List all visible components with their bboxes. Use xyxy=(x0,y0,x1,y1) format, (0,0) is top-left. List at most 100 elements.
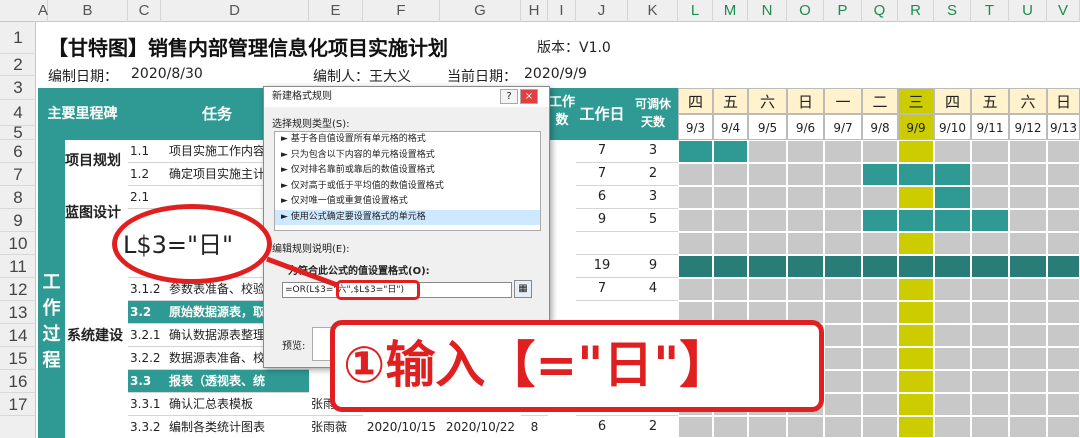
gantt-cell[interactable] xyxy=(1047,232,1080,255)
gantt-cell[interactable] xyxy=(824,140,862,163)
gantt-cell[interactable] xyxy=(824,393,862,416)
gantt-cell[interactable] xyxy=(971,324,1009,347)
gantt-cell[interactable] xyxy=(787,140,824,163)
gantt-cell[interactable] xyxy=(748,255,787,278)
gantt-cell[interactable] xyxy=(971,255,1009,278)
row-header-16[interactable]: 16 xyxy=(0,370,36,393)
day-header[interactable]: 六 xyxy=(748,88,787,114)
gantt-cell[interactable] xyxy=(824,301,862,324)
gantt-cell[interactable] xyxy=(934,163,971,186)
day-header[interactable]: 日 xyxy=(1047,88,1080,114)
gantt-cell[interactable] xyxy=(934,416,971,438)
gantt-cell[interactable] xyxy=(748,232,787,255)
date-header[interactable]: 9/13 xyxy=(1047,114,1080,140)
start-date-cell[interactable]: 2020/10/15 xyxy=(363,416,440,438)
day-header[interactable]: 三 xyxy=(898,88,934,114)
milestone-header[interactable]: 主要里程碑 xyxy=(38,88,127,140)
gantt-cell[interactable] xyxy=(1047,370,1080,393)
gantt-cell[interactable] xyxy=(824,347,862,370)
workday-cell[interactable]: 7 xyxy=(576,163,628,186)
column-header-c[interactable]: C xyxy=(128,0,161,22)
gantt-cell[interactable] xyxy=(934,140,971,163)
gantt-cell[interactable] xyxy=(678,163,713,186)
date-header[interactable]: 9/9 xyxy=(898,114,934,140)
gantt-cell[interactable] xyxy=(1009,186,1047,209)
gantt-cell[interactable] xyxy=(971,163,1009,186)
date-header[interactable]: 9/3 xyxy=(678,114,713,140)
gantt-cell[interactable] xyxy=(971,186,1009,209)
gantt-cell[interactable] xyxy=(824,324,862,347)
edit-date-value[interactable]: 2020/8/30 xyxy=(131,66,203,82)
gantt-cell[interactable] xyxy=(1009,163,1047,186)
gantt-cell[interactable] xyxy=(862,209,898,232)
gantt-cell[interactable] xyxy=(678,416,713,438)
gantt-cell[interactable] xyxy=(1009,416,1047,438)
gantt-cell[interactable] xyxy=(971,301,1009,324)
gantt-cell[interactable] xyxy=(678,209,713,232)
gantt-cell[interactable] xyxy=(934,347,971,370)
task-id-cell[interactable]: 3.3.1 xyxy=(128,393,161,416)
editor-label[interactable]: 编制人：王大义 xyxy=(313,66,411,86)
task-id-cell[interactable]: 2.1 xyxy=(128,186,161,209)
column-header-a[interactable]: A xyxy=(38,0,48,22)
row-header-10[interactable]: 10 xyxy=(0,232,36,255)
gantt-cell[interactable] xyxy=(1009,278,1047,301)
rest-cell[interactable]: 9 xyxy=(628,255,678,278)
gantt-cell[interactable] xyxy=(748,416,787,438)
owner-cell[interactable]: 张雨薇 xyxy=(309,416,363,438)
gantt-cell[interactable] xyxy=(898,140,934,163)
gantt-cell[interactable] xyxy=(934,186,971,209)
gantt-cell[interactable] xyxy=(898,324,934,347)
range-select-icon[interactable]: ▦ xyxy=(514,280,532,298)
gantt-cell[interactable] xyxy=(1047,278,1080,301)
gantt-cell[interactable] xyxy=(713,186,748,209)
row-header-5[interactable]: 5 xyxy=(0,124,36,141)
gantt-cell[interactable] xyxy=(898,347,934,370)
gantt-cell[interactable] xyxy=(971,416,1009,438)
gantt-cell[interactable] xyxy=(787,255,824,278)
gantt-cell[interactable] xyxy=(971,140,1009,163)
gantt-cell[interactable] xyxy=(934,278,971,301)
gantt-cell[interactable] xyxy=(787,232,824,255)
gantt-cell[interactable] xyxy=(862,186,898,209)
gantt-cell[interactable] xyxy=(862,393,898,416)
gantt-cell[interactable] xyxy=(1047,255,1080,278)
gantt-cell[interactable] xyxy=(824,370,862,393)
column-header-j[interactable]: J xyxy=(576,0,628,22)
column-header-m[interactable]: M xyxy=(713,0,748,22)
gantt-cell[interactable] xyxy=(898,301,934,324)
gantt-cell[interactable] xyxy=(898,186,934,209)
gantt-cell[interactable] xyxy=(824,416,862,438)
gantt-cell[interactable] xyxy=(971,209,1009,232)
rule-type-item[interactable]: ► 仅对唯一值或重复值设置格式 xyxy=(275,194,540,210)
rule-type-item[interactable]: ► 仅对高于或低于平均值的数值设置格式 xyxy=(275,179,540,195)
gantt-cell[interactable] xyxy=(898,416,934,438)
gantt-cell[interactable] xyxy=(971,278,1009,301)
gantt-cell[interactable] xyxy=(934,232,971,255)
day-header[interactable]: 一 xyxy=(824,88,862,114)
gantt-cell[interactable] xyxy=(748,140,787,163)
gantt-cell[interactable] xyxy=(971,232,1009,255)
date-header[interactable]: 9/8 xyxy=(862,114,898,140)
row-header-13[interactable]: 13 xyxy=(0,301,36,324)
row-header-17[interactable]: 17 xyxy=(0,393,36,416)
task-id-cell[interactable]: 3.1.2 xyxy=(128,278,161,301)
task-id-cell[interactable]: 1.2 xyxy=(128,163,161,186)
gantt-cell[interactable] xyxy=(1047,186,1080,209)
gantt-cell[interactable] xyxy=(824,255,862,278)
gantt-cell[interactable] xyxy=(934,393,971,416)
date-header[interactable]: 9/10 xyxy=(934,114,971,140)
gantt-cell[interactable] xyxy=(1047,209,1080,232)
gantt-cell[interactable] xyxy=(713,255,748,278)
task-name-cell[interactable]: 确认汇总表模板 xyxy=(161,393,309,416)
gantt-cell[interactable] xyxy=(1047,324,1080,347)
rest-header[interactable]: 可调休 天数 xyxy=(628,88,678,140)
gantt-cell[interactable] xyxy=(678,255,713,278)
gantt-cell[interactable] xyxy=(862,324,898,347)
phase-blueprint[interactable]: 蓝图设计 xyxy=(65,202,121,222)
gantt-cell[interactable] xyxy=(934,301,971,324)
gantt-cell[interactable] xyxy=(1047,416,1080,438)
row-header-9[interactable]: 9 xyxy=(0,209,36,232)
gantt-cell[interactable] xyxy=(934,209,971,232)
row-header-7[interactable]: 7 xyxy=(0,163,36,186)
